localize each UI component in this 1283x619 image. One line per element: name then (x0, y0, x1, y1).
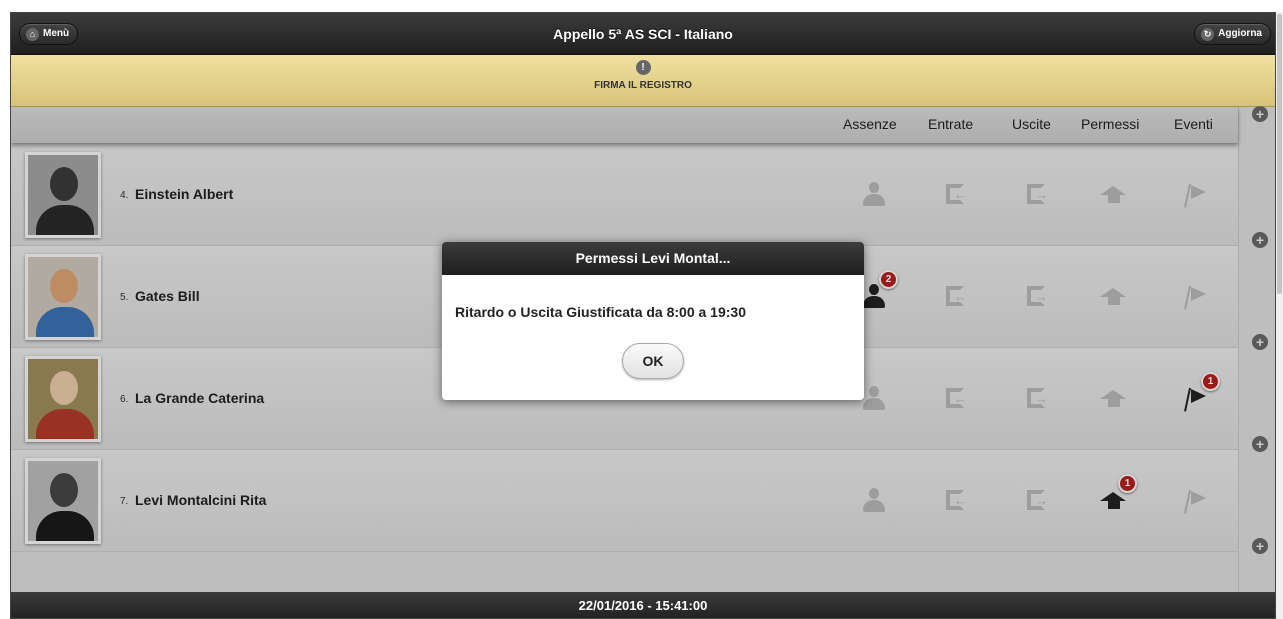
scrollbar-thumb[interactable] (1277, 14, 1282, 294)
dialog-title: Permessi Levi Montal... (442, 242, 864, 275)
footer-datetime: 22/01/2016 - 15:41:00 (11, 592, 1275, 618)
sign-register-bar[interactable]: ! FIRMA IL REGISTRO (11, 55, 1275, 107)
home-icon: ⌂ (26, 27, 39, 41)
page-title: Appello 5ª AS SCI - Italiano (553, 26, 733, 42)
header-bar: Appello 5ª AS SCI - Italiano ⌂ Menù ↻ Ag… (11, 13, 1275, 55)
sign-register-label: FIRMA IL REGISTRO (594, 80, 692, 91)
menu-button[interactable]: ⌂ Menù (19, 23, 79, 45)
app-window: Appello 5ª AS SCI - Italiano ⌂ Menù ↻ Ag… (10, 12, 1276, 619)
dialog-message: Ritardo o Uscita Giustificata da 8:00 a … (455, 304, 746, 320)
refresh-icon: ↻ (1201, 27, 1215, 41)
page-scrollbar[interactable] (1276, 12, 1283, 619)
permissions-dialog: Permessi Levi Montal... Ritardo o Uscita… (442, 242, 864, 400)
warning-icon: ! (635, 60, 651, 75)
ok-button[interactable]: OK (622, 343, 684, 379)
refresh-label: Aggiorna (1218, 28, 1262, 39)
refresh-button[interactable]: ↻ Aggiorna (1194, 23, 1271, 45)
menu-label: Menù (43, 28, 70, 39)
